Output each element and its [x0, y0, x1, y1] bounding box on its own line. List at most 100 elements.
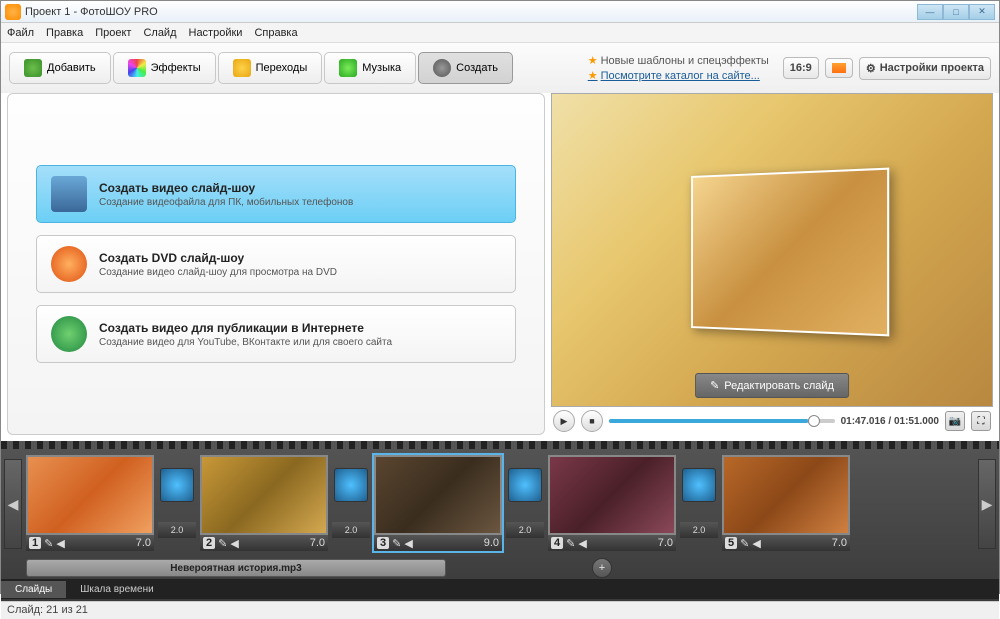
menu-edit[interactable]: Правка [46, 27, 83, 39]
menu-slide[interactable]: Слайд [143, 27, 176, 39]
option-video-slideshow[interactable]: Создать видео слайд-шоу Создание видеофа… [36, 165, 516, 223]
edit-icon[interactable]: ✎ [218, 537, 227, 550]
option-internet-video[interactable]: Создать видео для публикации в Интернете… [36, 305, 516, 363]
nav-icon[interactable]: ◀ [578, 537, 586, 550]
timeline-prev-button[interactable]: ◀ [4, 459, 22, 549]
timeline-slide[interactable]: 5✎◀ 7.0 [722, 455, 850, 551]
nav-icon[interactable]: ◀ [404, 537, 412, 550]
slide-duration: 9.0 [484, 537, 499, 549]
aspect-ratio-button[interactable]: 16:9 [783, 57, 819, 79]
transition[interactable]: 2.0 [158, 468, 196, 538]
transition-thumb [160, 468, 194, 502]
info-catalog-link[interactable]: ★Посмотрите каталог на сайте... [588, 69, 769, 82]
slide-duration: 7.0 [832, 537, 847, 549]
transition-thumb [682, 468, 716, 502]
seek-slider[interactable] [609, 419, 835, 423]
option-title: Создать видео слайд-шоу [99, 181, 353, 195]
transition-duration: 2.0 [680, 522, 718, 538]
tab-create-label: Создать [456, 62, 498, 74]
edit-icon[interactable]: ✎ [566, 537, 575, 550]
right-tools: ★Новые шаблоны и спецэффекты ★Посмотрите… [588, 54, 991, 82]
transition-duration: 2.0 [158, 522, 196, 538]
timeline-slide[interactable]: 4✎◀ 7.0 [548, 455, 676, 551]
snapshot-button[interactable]: 📷 [945, 411, 965, 431]
content-area: Создать видео слайд-шоу Создание видеофа… [1, 93, 999, 441]
dvd-icon [51, 246, 87, 282]
slide-duration: 7.0 [136, 537, 151, 549]
slide-thumb [200, 455, 328, 535]
option-title: Создать DVD слайд-шоу [99, 251, 337, 265]
tab-add[interactable]: Добавить [9, 52, 111, 84]
menu-help[interactable]: Справка [254, 27, 297, 39]
view-slides-tab[interactable]: Слайды [1, 581, 66, 598]
info-line2: Посмотрите каталог на сайте... [601, 70, 760, 82]
edit-slide-label: Редактировать слайд [724, 380, 834, 392]
transition-duration: 2.0 [506, 522, 544, 538]
slide-number: 1 [29, 537, 41, 549]
slide-number: 3 [377, 537, 389, 549]
slide-number: 4 [551, 537, 563, 549]
preview-viewport[interactable]: ✎Редактировать слайд [551, 93, 993, 407]
preview-panel: ✎Редактировать слайд ▶ ■ 01:47.016 / 01:… [551, 93, 993, 435]
option-dvd-slideshow[interactable]: Создать DVD слайд-шоу Создание видео сла… [36, 235, 516, 293]
timeline-next-button[interactable]: ▶ [978, 459, 996, 549]
timeline-slide[interactable]: 2✎◀ 7.0 [200, 455, 328, 551]
tab-create[interactable]: Создать [418, 52, 513, 84]
menubar: Файл Правка Проект Слайд Настройки Справ… [1, 23, 999, 43]
titlebar: Проект 1 - ФотоШОУ PRO — □ ✕ [1, 1, 999, 23]
tab-transitions[interactable]: Переходы [218, 52, 323, 84]
maximize-button[interactable]: □ [943, 4, 969, 20]
nav-icon[interactable]: ◀ [752, 537, 760, 550]
transition[interactable]: 2.0 [506, 468, 544, 538]
status-text: Слайд: 21 из 21 [7, 604, 88, 616]
slide-thumb [374, 455, 502, 535]
add-audio-button[interactable]: + [592, 558, 612, 578]
slide-number: 2 [203, 537, 215, 549]
theme-button[interactable] [825, 58, 853, 78]
menu-settings[interactable]: Настройки [189, 27, 243, 39]
view-timeline-tab[interactable]: Шкала времени [66, 581, 167, 598]
slide-number: 5 [725, 537, 737, 549]
view-tabs: Слайды Шкала времени [1, 579, 999, 599]
timeline-slide[interactable]: 3✎◀ 9.0 [374, 455, 502, 551]
close-button[interactable]: ✕ [969, 4, 995, 20]
tab-transitions-label: Переходы [256, 62, 308, 74]
tab-music[interactable]: Музыка [324, 52, 416, 84]
timeline-slide[interactable]: 1✎◀ 7.0 [26, 455, 154, 551]
nav-icon[interactable]: ◀ [230, 537, 238, 550]
edit-slide-button[interactable]: ✎Редактировать слайд [695, 373, 849, 398]
option-desc: Создание видео слайд-шоу для просмотра н… [99, 267, 337, 278]
menu-file[interactable]: Файл [7, 27, 34, 39]
slide-duration: 7.0 [310, 537, 325, 549]
globe-icon [51, 316, 87, 352]
option-title: Создать видео для публикации в Интернете [99, 321, 392, 335]
palette-icon [128, 59, 146, 77]
play-button[interactable]: ▶ [553, 410, 575, 432]
edit-icon[interactable]: ✎ [44, 537, 53, 550]
audio-clip[interactable]: Невероятная история.mp3 [26, 559, 446, 577]
tab-music-label: Музыка [362, 62, 401, 74]
transition[interactable]: 2.0 [332, 468, 370, 538]
slide-duration: 7.0 [658, 537, 673, 549]
nav-icon[interactable]: ◀ [56, 537, 64, 550]
info-line1: Новые шаблоны и спецэффекты [601, 55, 769, 67]
statusbar: Слайд: 21 из 21 [1, 601, 999, 619]
menu-project[interactable]: Проект [95, 27, 131, 39]
project-settings-button[interactable]: ⚙Настройки проекта [859, 57, 991, 80]
main-tabs: Добавить Эффекты Переходы Музыка Создать [9, 52, 513, 84]
edit-icon[interactable]: ✎ [392, 537, 401, 550]
slide-thumb [26, 455, 154, 535]
option-desc: Создание видео для YouTube, ВКонтакте ил… [99, 337, 392, 348]
minimize-button[interactable]: — [917, 4, 943, 20]
tab-effects[interactable]: Эффекты [113, 52, 216, 84]
transition-duration: 2.0 [332, 522, 370, 538]
gear-icon: ⚙ [866, 62, 876, 75]
playback-time: 01:47.016 / 01:51.000 [841, 416, 939, 427]
transition[interactable]: 2.0 [680, 468, 718, 538]
stop-button[interactable]: ■ [581, 410, 603, 432]
player-controls: ▶ ■ 01:47.016 / 01:51.000 📷 ⛶ [551, 407, 993, 435]
edit-icon[interactable]: ✎ [740, 537, 749, 550]
window-buttons: — □ ✕ [917, 4, 995, 20]
star-icon: ★ [588, 70, 598, 82]
fullscreen-button[interactable]: ⛶ [971, 411, 991, 431]
